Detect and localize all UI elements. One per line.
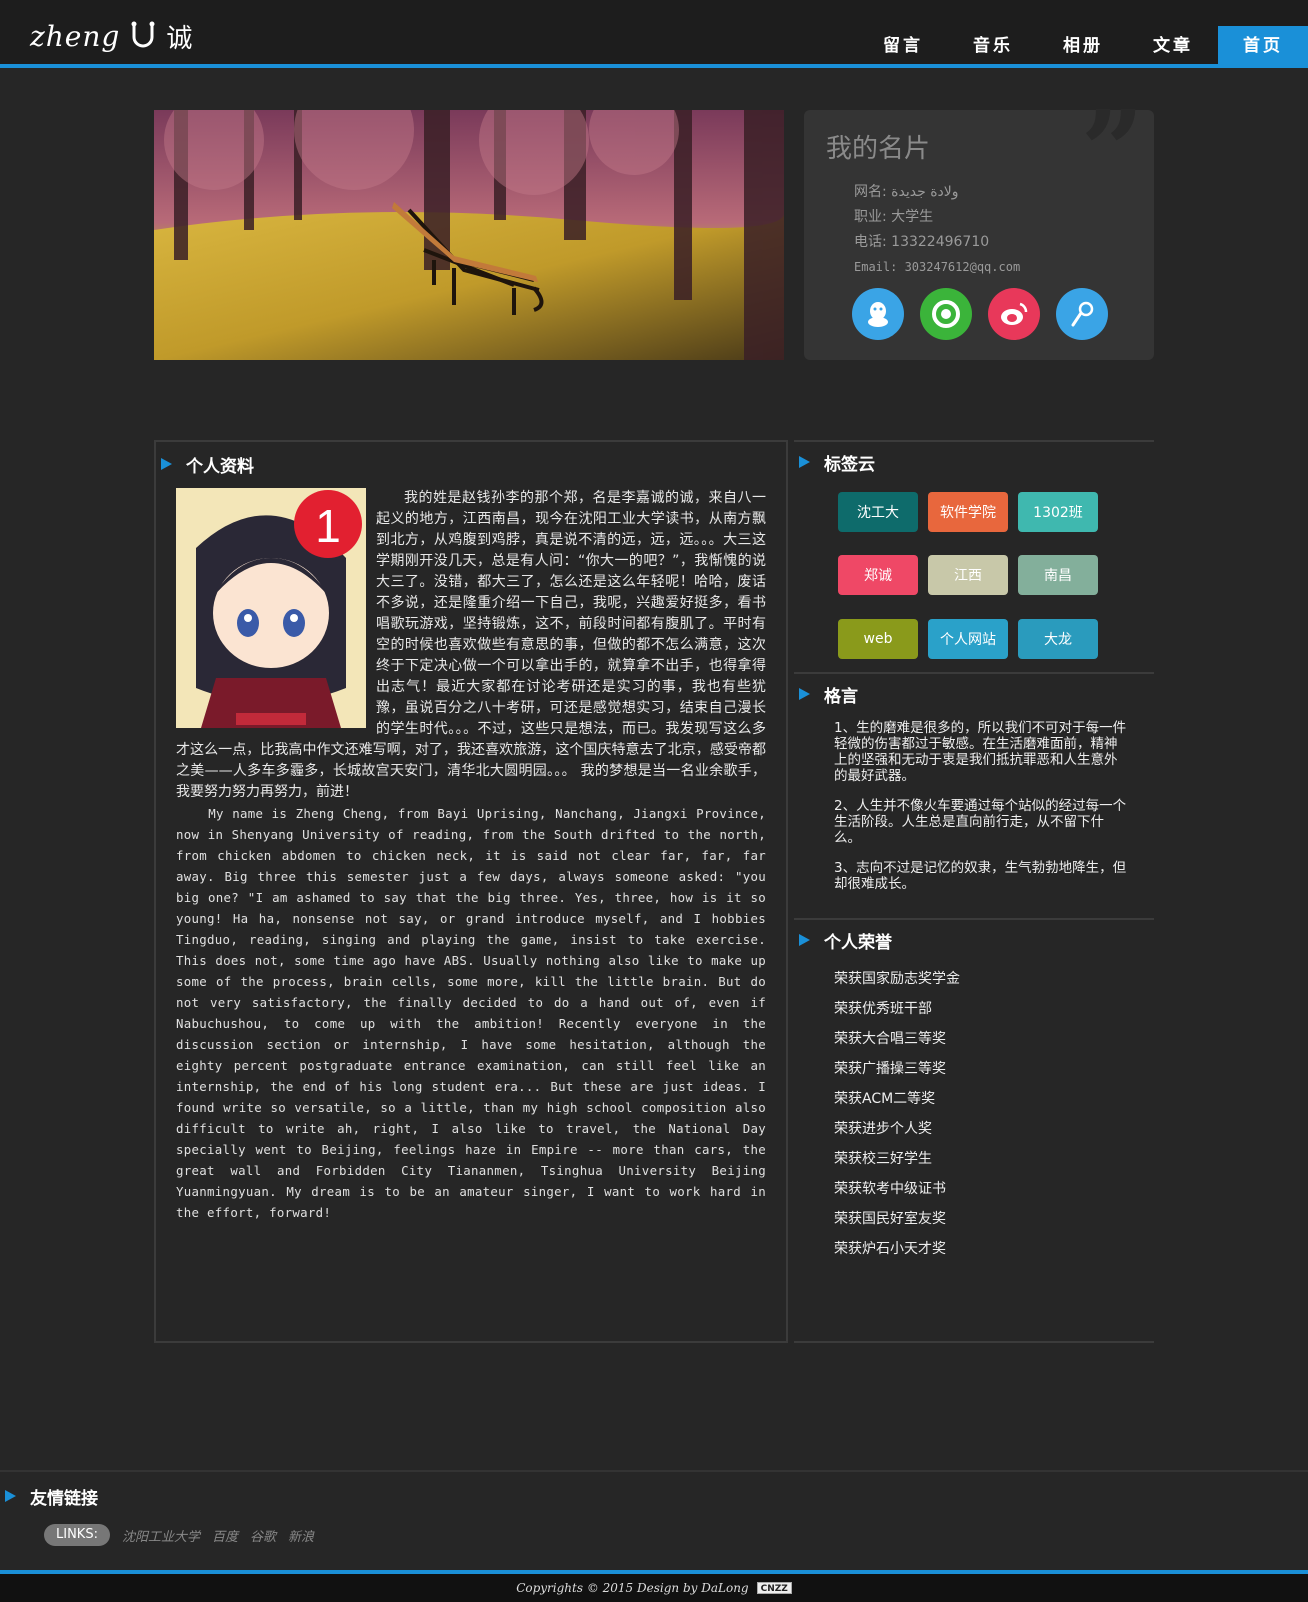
profile-title: 个人资料 [186, 456, 254, 477]
motto-title: 格言 [824, 686, 858, 707]
nav-home[interactable]: 首页 [1218, 26, 1308, 68]
motto-block: 格言 1、生的磨难是很多的，所以我们不可对于每一件轻微的伤害都过于敏感。在生活磨… [794, 672, 1154, 918]
honor-item[interactable]: 荣获进步个人奖 [834, 1114, 1154, 1144]
honor-item[interactable]: 荣获ACM二等奖 [834, 1084, 1154, 1114]
tag-item[interactable]: web [838, 618, 918, 659]
park-bench-illustration [154, 110, 784, 360]
card-job: 职业: 大学生 [854, 209, 934, 225]
profile-text: 我的姓是赵钱孙李的那个郑，名是李嘉诚的诚，来自八一起义的地方，江西南昌，现今在沈… [176, 488, 766, 1223]
card-title: 我的名片 [826, 134, 931, 164]
logo-text: zheng [30, 19, 121, 53]
social-icons [852, 288, 1108, 340]
friends-heading: 友情链接 [0, 1478, 1308, 1514]
card-nickname: 网名: ولادة جديدة [854, 184, 959, 200]
tag-item[interactable]: 南昌 [1018, 555, 1098, 596]
profile-panel: 个人资料 1 我的姓是赵钱孙李的那个郑，名是李嘉诚的诚，来自八一起义的地方，江西… [154, 440, 788, 1343]
honor-item[interactable]: 荣获炉石小天才奖 [834, 1234, 1154, 1264]
tag-list: 沈工大 软件学院 1302班郑诚 江西 南昌 web 个人网站 大龙 [794, 482, 1154, 672]
motto-list: 1、生的磨难是很多的，所以我们不可对于每一件轻微的伤害都过于敏感。在生活磨难面前… [794, 714, 1154, 918]
music-icon[interactable] [1056, 288, 1108, 340]
sidebar: 标签云 沈工大 软件学院 1302班郑诚 江西 南昌 web 个人网站 大龙 格言 1、生的磨… [794, 440, 1154, 1343]
motto-item: 3、志向不过是记忆的奴隶，生气勃勃地降生，但却很难成长。 [834, 860, 1127, 892]
card-email: Email: 303247612@qq.com [854, 260, 1021, 274]
arrow-icon [5, 1490, 16, 1502]
profile-en-paragraph: My name is Zheng Cheng, from Bayi Uprisi… [176, 806, 766, 1220]
arrow-icon [799, 934, 810, 946]
site-logo[interactable]: zheng 诚 [30, 14, 193, 58]
friend-link-sut[interactable]: 沈阳工业大学 [122, 1526, 200, 1545]
nav-articles[interactable]: 文章 [1128, 26, 1218, 68]
nav-guestbook[interactable]: 留言 [858, 26, 948, 68]
honor-item[interactable]: 荣获大合唱三等奖 [834, 1024, 1154, 1054]
card-info: 网名: ولادة جديدة 职业: 大学生 电话: 13322496710 … [854, 180, 1020, 280]
honor-item[interactable]: 荣获软考中级证书 [834, 1174, 1154, 1204]
tag-item[interactable]: 大龙 [1018, 618, 1098, 659]
honors-list: 荣获国家励志奖学金 荣获优秀班干部 荣获大合唱三等奖 荣获广播操三等奖 荣获ACM二等奖… [794, 960, 1154, 1264]
motto-item: 1、生的磨难是很多的，所以我们不可对于每一件轻微的伤害都过于敏感。在生活磨难面前… [834, 720, 1127, 784]
horseshoe-icon [131, 21, 155, 48]
honor-item[interactable]: 荣获优秀班干部 [834, 994, 1154, 1024]
arrow-icon [161, 458, 172, 470]
copyright-text: Copyrights © 2015 Design by DaLong [516, 1581, 749, 1595]
tag-item[interactable]: 个人网站 [928, 618, 1008, 659]
quote-mark: ” [1080, 86, 1144, 215]
qq-icon[interactable] [852, 288, 904, 340]
friend-link-baidu[interactable]: 百度 [212, 1526, 238, 1545]
nav-music[interactable]: 音乐 [948, 26, 1038, 68]
tag-item[interactable]: 江西 [928, 555, 1008, 596]
links-row: LINKS: 沈阳工业大学 百度 谷歌 新浪 [44, 1524, 314, 1546]
friend-link-sina[interactable]: 新浪 [288, 1526, 314, 1545]
honor-item[interactable]: 荣获国民好室友奖 [834, 1204, 1154, 1234]
honors-title: 个人荣誉 [824, 932, 892, 953]
card-phone: 电话: 13322496710 [854, 234, 990, 250]
tag-item[interactable]: 郑诚 [838, 555, 918, 596]
tag-item[interactable]: 沈工大 [838, 492, 918, 532]
footer: Copyrights © 2015 Design by DaLong CNZZ [0, 1570, 1308, 1602]
tag-item[interactable]: 1302班 [1018, 492, 1098, 532]
camera-icon[interactable] [920, 288, 972, 340]
tag-item[interactable]: 软件学院 [928, 492, 1008, 532]
cnzz-badge[interactable]: CNZZ [756, 1582, 792, 1594]
friend-link-google[interactable]: 谷歌 [250, 1526, 276, 1545]
tag-cloud: 标签云 沈工大 软件学院 1302班郑诚 江西 南昌 web 个人网站 大龙 [794, 440, 1154, 672]
honors-heading: 个人荣誉 [794, 920, 1154, 960]
arrow-icon [799, 456, 810, 468]
main-nav: 留言 音乐 相册 文章 首页 [858, 26, 1308, 68]
name-card: ” 我的名片 网名: ولادة جديدة 职业: 大学生 电话: 13322… [804, 96, 1154, 360]
honor-item[interactable]: 荣获广播操三等奖 [834, 1054, 1154, 1084]
banner-image [154, 110, 784, 360]
links-badge: LINKS: [44, 1524, 110, 1546]
tags-title: 标签云 [824, 454, 875, 475]
divider [794, 1341, 1154, 1343]
honors-block: 个人荣誉 荣获国家励志奖学金 荣获优秀班干部 荣获大合唱三等奖 荣获广播操三等奖 荣获A… [794, 918, 1154, 1264]
tags-heading: 标签云 [794, 442, 1154, 482]
nav-album[interactable]: 相册 [1038, 26, 1128, 68]
motto-heading: 格言 [794, 674, 1154, 714]
header: zheng 诚 留言 音乐 相册 文章 首页 [0, 0, 1308, 68]
weibo-icon[interactable] [988, 288, 1040, 340]
arrow-icon [799, 688, 810, 700]
profile-heading: 个人资料 [156, 444, 786, 484]
friends-title: 友情链接 [30, 1488, 98, 1509]
friend-links: 友情链接 LINKS: 沈阳工业大学 百度 谷歌 新浪 [0, 1470, 1308, 1546]
honor-item[interactable]: 荣获国家励志奖学金 [834, 964, 1154, 994]
honor-item[interactable]: 荣获校三好学生 [834, 1144, 1154, 1174]
motto-item: 2、人生并不像火车要通过每个站似的经过每一个生活阶段。人生总是直向前行走，从不留… [834, 798, 1127, 846]
logo-cn: 诚 [166, 23, 194, 54]
